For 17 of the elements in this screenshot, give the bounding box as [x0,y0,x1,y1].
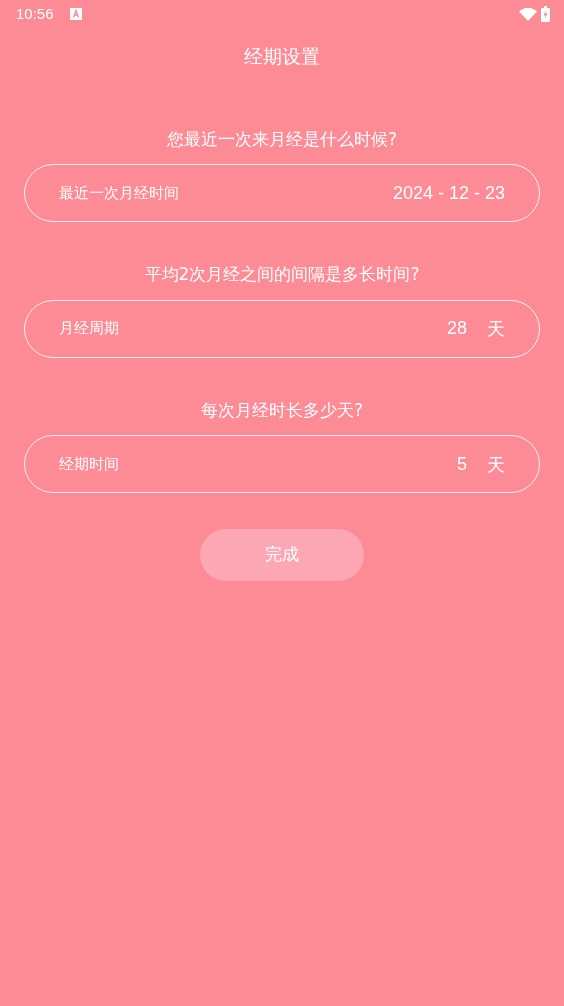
status-time: 10:56 [16,3,54,24]
field-value: 2024 - 12 - 23 [392,181,505,205]
field-value: 5 [457,452,467,476]
question-text: 平均2次月经之间的间隔是多长时间? [144,264,420,284]
wifi-icon [519,7,537,21]
field-label: 月经周期 [59,318,119,340]
field-label: 经期时间 [59,453,119,475]
field-value: 28 [446,317,467,340]
page-title: 经期设置 [244,45,320,67]
notification-icon [69,8,82,20]
field-label: 最近一次月经时间 [59,182,179,204]
done-button[interactable]: 完成 [200,529,364,581]
question-text: 每次月经时长多少天? [201,399,363,420]
question-text: 您最近一次来月经是什么时候? [167,128,397,149]
battery-icon [541,6,550,22]
unit-label: 天 [487,317,505,341]
unit-label: 天 [487,452,505,477]
